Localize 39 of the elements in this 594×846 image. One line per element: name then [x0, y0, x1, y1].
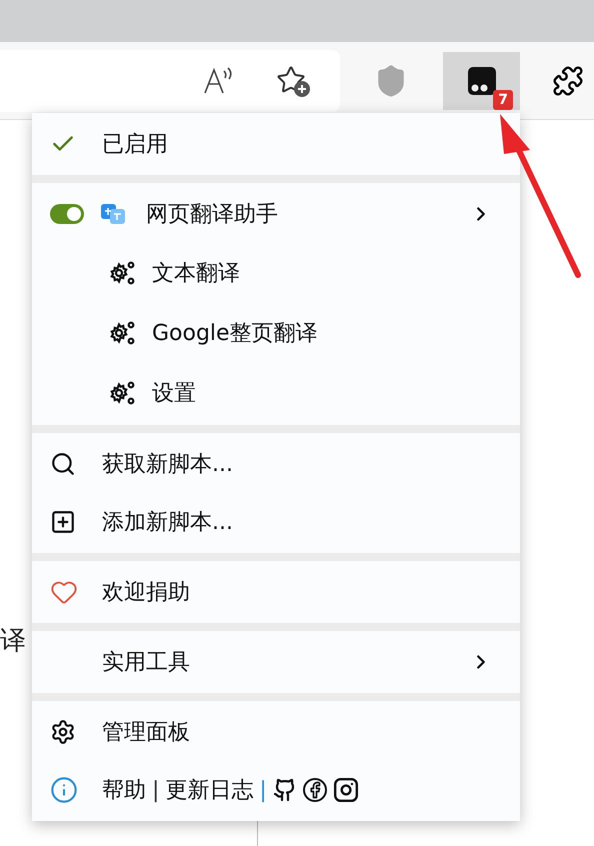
menu-item-label: 欢迎捐助: [102, 578, 190, 606]
menu-item-label: 获取新脚本...: [102, 450, 233, 478]
menu-item-label: 添加新脚本...: [102, 508, 233, 536]
page-text: 译: [0, 625, 26, 658]
facebook-icon[interactable]: [302, 778, 327, 802]
menu-item-label: 管理面板: [102, 718, 190, 746]
add-favorite-icon[interactable]: [276, 64, 310, 96]
menu-item-label: 已启用: [102, 130, 168, 158]
instagram-icon[interactable]: [332, 777, 359, 803]
extension-logo-icon: [466, 66, 496, 96]
enabled-item[interactable]: 已启用: [32, 115, 520, 173]
script-command-item[interactable]: 设置: [32, 363, 520, 423]
toggle-switch[interactable]: [50, 204, 84, 224]
extension-button[interactable]: 7: [443, 52, 520, 110]
script-command-item[interactable]: 文本翻译: [32, 243, 520, 303]
menu-item[interactable]: 管理面板: [32, 703, 520, 761]
separator-text: |: [152, 776, 160, 804]
translate-icon: [100, 201, 126, 227]
menu-item-label: 网页翻译助手: [146, 200, 278, 228]
menu-item[interactable]: 获取新脚本...: [32, 435, 520, 493]
plus-square-icon: [50, 509, 76, 535]
menu-item[interactable]: 欢迎捐助: [32, 563, 520, 621]
gears-icon: [110, 320, 136, 346]
info-icon: [50, 776, 78, 804]
settings-icon: [50, 719, 76, 745]
script-command-item[interactable]: Google整页翻译: [32, 303, 520, 363]
separator-text: |: [259, 776, 267, 804]
notification-badge: 7: [493, 90, 513, 110]
extensions-icon[interactable]: [552, 64, 584, 96]
script-item[interactable]: 网页翻译助手: [32, 185, 520, 243]
help-link[interactable]: 帮助: [102, 774, 146, 806]
gears-icon: [110, 380, 136, 406]
gears-icon: [110, 260, 136, 286]
menu-item[interactable]: 实用工具: [32, 633, 520, 691]
search-icon: [50, 451, 76, 477]
github-icon[interactable]: [272, 778, 297, 802]
changelog-link[interactable]: 更新日志: [165, 774, 254, 806]
menu-item[interactable]: 添加新脚本...: [32, 493, 520, 551]
menu-item-label: 实用工具: [102, 648, 190, 676]
